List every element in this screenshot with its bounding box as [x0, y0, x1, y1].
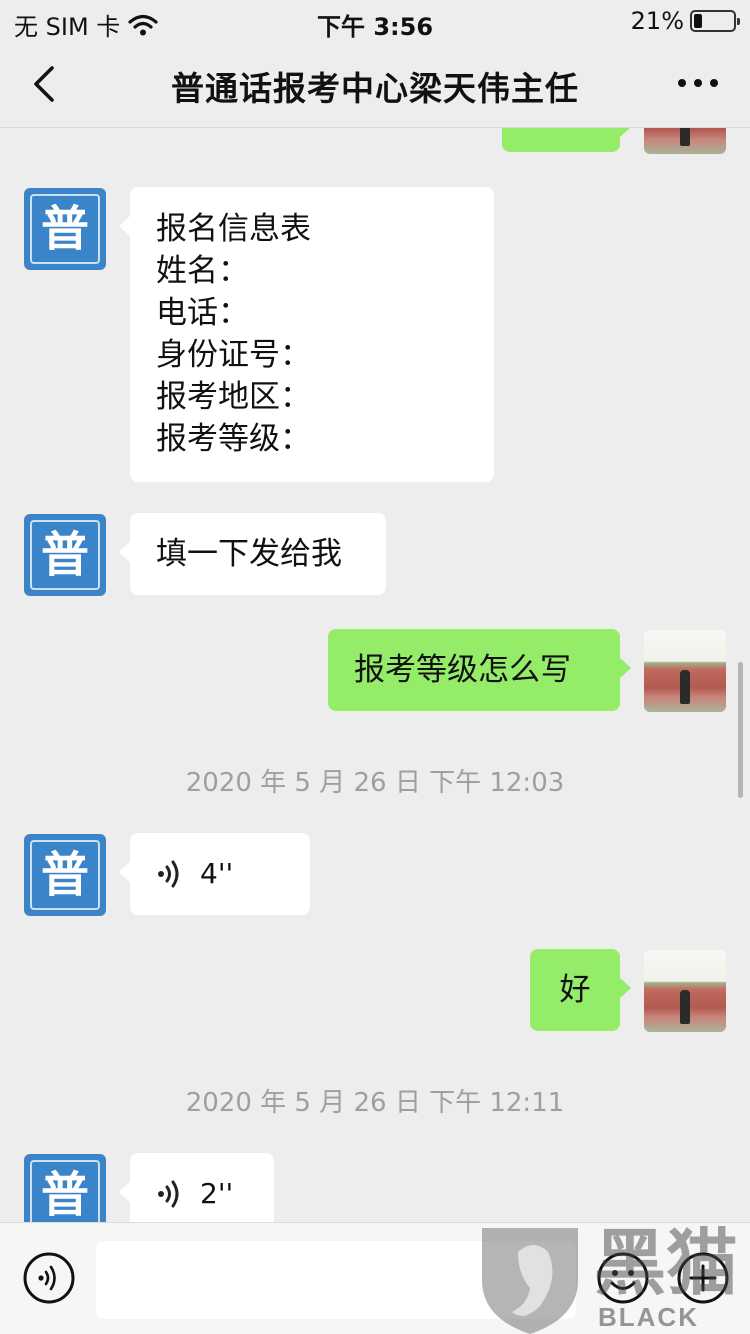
battery-level [694, 14, 702, 28]
battery-percent: 21% [630, 7, 684, 35]
voice-input-icon[interactable] [22, 1251, 76, 1305]
message-input[interactable] [96, 1241, 576, 1319]
voice-duration: 2'' [200, 1177, 234, 1210]
timestamp: 2020 年 5 月 26 日 下午 12:03 [185, 768, 565, 798]
contact-avatar[interactable]: 普 [24, 834, 106, 916]
voice-message-bubble[interactable]: 2'' [119, 1153, 274, 1222]
chevron-left-icon[interactable] [28, 62, 68, 106]
message-bubble[interactable]: 填一下发给我 [119, 513, 386, 595]
more-dots-icon[interactable] [676, 68, 720, 98]
voice-row: 2'' [156, 1173, 248, 1215]
battery-icon [690, 10, 740, 32]
plus-icon[interactable] [676, 1251, 730, 1305]
contact-avatar[interactable]: 普 [24, 1154, 106, 1222]
scroll-indicator[interactable] [738, 662, 743, 798]
message-bubble[interactable]: 好 [530, 949, 631, 1031]
chat-title: 普通话报考中心梁天伟主任 [171, 69, 579, 108]
avatar-char: 普 [40, 201, 89, 257]
timestamp: 2020 年 5 月 26 日 下午 12:11 [185, 1088, 565, 1118]
self-avatar[interactable] [644, 630, 726, 712]
voice-wave-icon [158, 860, 179, 888]
avatar-char: 普 [40, 847, 89, 903]
input-bar [0, 1222, 750, 1334]
message-text: 好 [559, 972, 591, 1008]
voice-message-bubble[interactable]: 4'' [119, 833, 310, 915]
partial-outgoing-bubble[interactable] [502, 128, 631, 152]
emoji-icon[interactable] [596, 1251, 650, 1305]
form-message-bubble[interactable]: 报名信息表 姓名： 电话： 身份证号： 报考地区： 报考等级： [119, 187, 494, 482]
form-line-id: 身份证号： [156, 337, 311, 373]
contact-avatar[interactable]: 普 [24, 514, 106, 596]
form-line-phone: 电话： [156, 295, 249, 331]
contact-avatar[interactable]: 普 [24, 188, 106, 270]
status-right: 21% [630, 7, 740, 35]
form-line-region: 报考地区： [156, 379, 311, 415]
self-avatar[interactable] [644, 950, 726, 1032]
form-line-title: 报名信息表 [156, 211, 311, 247]
avatar-figure [680, 670, 690, 704]
voice-row: 4'' [156, 853, 284, 895]
self-avatar[interactable] [644, 128, 726, 154]
chat-header: 普通话报考中心梁天伟主任 [0, 40, 750, 128]
avatar-figure [680, 990, 690, 1024]
avatar-char: 普 [40, 527, 89, 583]
status-bar: 无 SIM 卡 下午 3:56 21% [0, 0, 750, 41]
message-bubble[interactable]: 报考等级怎么写 [328, 629, 631, 711]
form-line-name: 姓名： [156, 253, 249, 289]
chat-scroll-area[interactable]: 普 报名信息表 姓名： 电话： 身份证号： 报考地区： 报考等级： 普 填一下发… [0, 128, 750, 1222]
message-text: 填一下发给我 [156, 536, 342, 572]
voice-wave-icon [158, 1180, 179, 1208]
form-line-level: 报考等级： [156, 421, 311, 457]
voice-duration: 4'' [200, 857, 234, 890]
avatar-figure [680, 128, 690, 146]
message-text: 报考等级怎么写 [354, 652, 571, 688]
avatar-char: 普 [40, 1167, 89, 1222]
